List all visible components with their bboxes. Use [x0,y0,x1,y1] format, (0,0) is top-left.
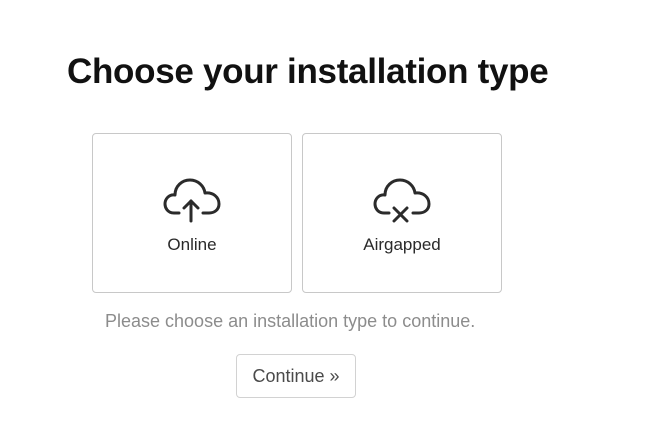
online-option-card[interactable]: Online [92,133,292,293]
airgapped-option-card[interactable]: Airgapped [302,133,502,293]
page-title: Choose your installation type [67,52,549,91]
continue-button[interactable]: Continue » [236,354,356,398]
cloud-off-icon [373,177,431,223]
selection-hint: Please choose an installation type to co… [105,311,476,331]
online-option-label: Online [167,235,217,254]
cloud-upload-icon [163,177,221,223]
airgapped-option-label: Airgapped [363,235,441,254]
